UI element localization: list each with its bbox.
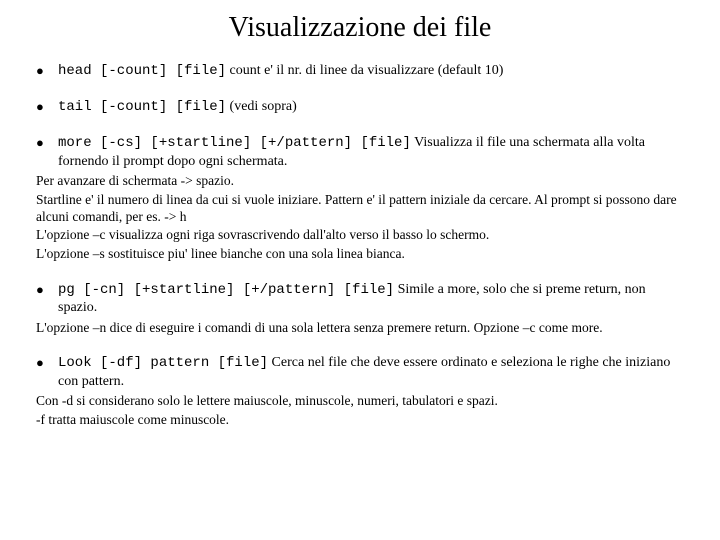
command-note: Per avanzare di schermata -> spazio.	[36, 173, 684, 190]
list-item: ● more [-cs] [+startline] [+/pattern] [f…	[36, 134, 684, 263]
list-item: ● pg [-cn] [+startline] [+/pattern] [fil…	[36, 281, 684, 336]
bullet-icon: ●	[36, 354, 58, 372]
bullet-icon: ●	[36, 98, 58, 116]
command-note: Con -d si considerano solo le lettere ma…	[36, 393, 684, 410]
command-note: -f tratta maiuscole come minuscole.	[36, 412, 684, 429]
list-item: ● head [-count] [file] count e' il nr. d…	[36, 62, 684, 80]
command-note: L'opzione –n dice di eseguire i comandi …	[36, 320, 684, 337]
command-syntax: pg [-cn] [+startline] [+/pattern] [file]	[58, 282, 394, 298]
command-note: Startline e' il numero di linea da cui s…	[36, 192, 684, 226]
command-syntax: more [-cs] [+startline] [+/pattern] [fil…	[58, 135, 411, 151]
bullet-icon: ●	[36, 134, 58, 152]
command-note: L'opzione –c visualizza ogni riga sovras…	[36, 227, 684, 244]
command-desc: count e' il nr. di linee da visualizzare…	[226, 63, 503, 78]
list-item: ● tail [-count] [file] (vedi sopra)	[36, 98, 684, 116]
page-title: Visualizzazione dei file	[36, 12, 684, 44]
list-item: ● Look [-df] pattern [file] Cerca nel fi…	[36, 354, 684, 428]
bullet-icon: ●	[36, 62, 58, 80]
command-note: L'opzione –s sostituisce piu' linee bian…	[36, 246, 684, 263]
command-list: ● head [-count] [file] count e' il nr. d…	[36, 62, 684, 429]
bullet-icon: ●	[36, 281, 58, 299]
command-desc: (vedi sopra)	[226, 99, 297, 114]
command-syntax: tail [-count] [file]	[58, 99, 226, 115]
command-syntax: head [-count] [file]	[58, 63, 226, 79]
command-syntax: Look [-df] pattern [file]	[58, 355, 268, 371]
